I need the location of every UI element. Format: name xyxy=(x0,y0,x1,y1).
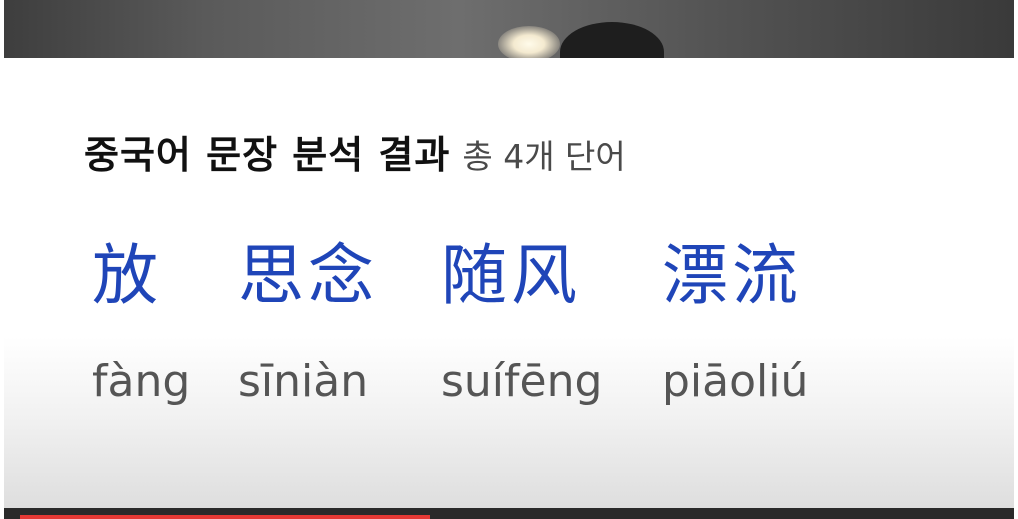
stage-light xyxy=(498,26,560,58)
word-item: 思念 sīniàn xyxy=(238,243,378,404)
word-hanzi: 漂流 xyxy=(662,237,802,314)
word-hanzi: 随风 xyxy=(441,237,581,314)
word-pinyin: suífēng xyxy=(441,356,603,407)
word-pinyin: piāoliú xyxy=(662,356,809,407)
card-title: 중국어 문장 분석 결과 xyxy=(84,133,451,177)
person-silhouette xyxy=(560,22,664,58)
word-item: 漂流 piāoliú xyxy=(662,243,808,404)
card-header: 중국어 문장 분석 결과 총 4개 단어 xyxy=(84,124,626,179)
video-frame: 중국어 문장 분석 결과 총 4개 단어 放 fàng 思念 sīniàn 随风 … xyxy=(0,0,1018,519)
word-pinyin: sīniàn xyxy=(238,356,369,407)
word-count: 총 4개 단어 xyxy=(462,137,626,176)
video-background-top xyxy=(4,0,1014,58)
word-hanzi: 思念 xyxy=(238,237,378,314)
word-item: 放 fàng xyxy=(92,243,190,404)
playback-progress-bar[interactable] xyxy=(20,515,430,519)
video-controls-strip xyxy=(4,508,1014,519)
word-hanzi: 放 xyxy=(92,237,162,314)
word-pinyin: fàng xyxy=(92,356,191,407)
analysis-card: 중국어 문장 분석 결과 총 4개 단어 放 fàng 思念 sīniàn 随风 … xyxy=(4,58,1014,508)
word-item: 随风 suífēng xyxy=(441,243,602,404)
